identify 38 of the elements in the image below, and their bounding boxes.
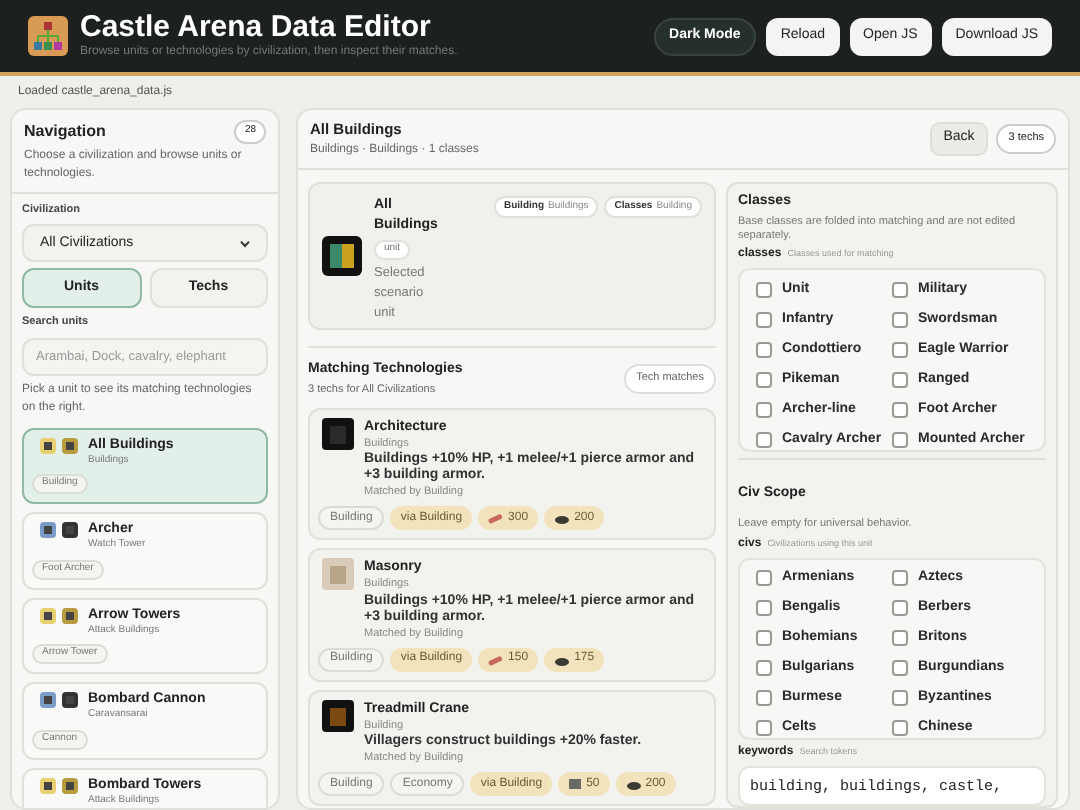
checkbox[interactable] xyxy=(756,342,772,358)
checkbox[interactable] xyxy=(892,630,908,647)
checkbox[interactable] xyxy=(892,600,908,617)
pile-icon xyxy=(554,512,571,525)
pile-icon xyxy=(625,778,642,791)
checkbox[interactable] xyxy=(892,690,908,707)
checkbox[interactable] xyxy=(756,570,772,587)
checkbox[interactable] xyxy=(892,402,908,418)
checkbox[interactable] xyxy=(756,402,772,418)
checkbox[interactable] xyxy=(756,660,772,677)
pile-icon xyxy=(554,653,571,666)
checkbox[interactable] xyxy=(892,282,908,298)
log-icon xyxy=(488,653,505,666)
checkbox[interactable] xyxy=(756,372,772,388)
checkbox[interactable] xyxy=(756,432,772,448)
checkbox[interactable] xyxy=(756,630,772,647)
checkbox[interactable] xyxy=(892,570,908,587)
checkbox[interactable] xyxy=(892,720,908,737)
checkbox[interactable] xyxy=(892,432,908,448)
technology-icon xyxy=(322,558,354,591)
hierarchy-logo-icon xyxy=(28,16,68,56)
crate-icon xyxy=(322,236,362,276)
block-icon xyxy=(568,778,583,791)
checkbox[interactable] xyxy=(756,720,772,737)
checkbox[interactable] xyxy=(892,342,908,358)
panel-title: Navigation xyxy=(24,120,106,144)
checkbox[interactable] xyxy=(756,312,772,328)
checkbox[interactable] xyxy=(756,282,772,298)
checkbox[interactable] xyxy=(756,600,772,617)
checkbox[interactable] xyxy=(892,660,908,677)
technology-icon xyxy=(322,699,354,732)
checkbox[interactable] xyxy=(756,690,772,707)
checkbox[interactable] xyxy=(892,372,908,388)
app-title: Castle Arena Data Editor xyxy=(80,10,433,44)
log-icon xyxy=(488,512,505,525)
chevron-down-icon xyxy=(240,239,250,248)
technology-icon xyxy=(322,417,354,450)
checkbox[interactable] xyxy=(892,312,908,328)
